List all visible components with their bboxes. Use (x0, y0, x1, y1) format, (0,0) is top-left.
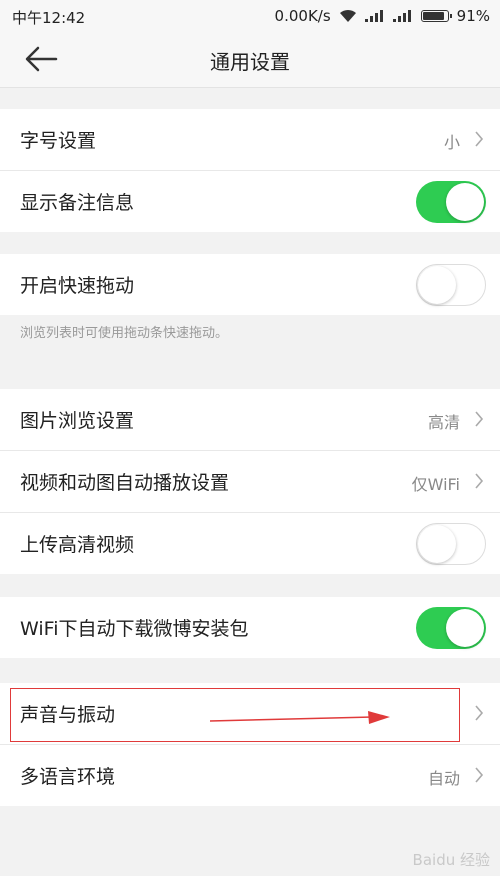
wifi-icon (339, 9, 357, 23)
chevron-right-icon (475, 767, 484, 783)
settings-group-drag: 开启快速拖动 (0, 254, 500, 315)
hd-upload-toggle[interactable] (416, 523, 486, 565)
quick-drag-label: 开启快速拖动 (20, 275, 135, 297)
hd-upload-label: 上传高清视频 (20, 534, 135, 556)
video-autoplay-row[interactable]: 视频和动图自动播放设置 仅WiFi (0, 451, 500, 513)
show-remark-toggle[interactable] (416, 181, 486, 223)
chevron-right-icon (475, 131, 484, 147)
language-row[interactable]: 多语言环境 自动 (0, 745, 500, 806)
settings-group-media: 图片浏览设置 高清 视频和动图自动播放设置 仅WiFi 上传高清视频 (0, 389, 500, 574)
chevron-right-icon (475, 473, 484, 489)
font-size-row[interactable]: 字号设置 小 (0, 109, 500, 171)
battery-percent: 91% (456, 7, 490, 25)
image-browse-row[interactable]: 图片浏览设置 高清 (0, 389, 500, 451)
language-value: 自动 (427, 769, 460, 788)
show-remark-row: 显示备注信息 (0, 171, 500, 232)
network-speed: 0.00K/s (274, 7, 331, 25)
annotation-arrow-icon (209, 711, 390, 724)
font-size-value: 小 (443, 133, 460, 152)
image-browse-label: 图片浏览设置 (20, 410, 135, 432)
status-bar: 中午12:42 0.00K/s 91% (0, 0, 500, 32)
font-size-label: 字号设置 (20, 130, 97, 152)
quick-drag-toggle[interactable] (416, 264, 486, 306)
wifi-download-toggle[interactable] (416, 607, 486, 649)
hd-upload-row: 上传高清视频 (0, 513, 500, 574)
chevron-right-icon (475, 705, 484, 721)
image-browse-value: 高清 (427, 413, 460, 432)
wifi-download-label: WiFi下自动下载微博安装包 (20, 618, 249, 640)
video-autoplay-value: 仅WiFi (411, 475, 460, 494)
title-bar: 通用设置 (0, 32, 500, 88)
chevron-right-icon (475, 411, 484, 427)
settings-group-display: 字号设置 小 显示备注信息 (0, 109, 500, 232)
status-time: 中午12:42 (12, 9, 86, 27)
battery-icon (420, 10, 452, 22)
quick-drag-hint: 浏览列表时可使用拖动条快速拖动。 (20, 326, 229, 341)
status-right: 0.00K/s 91% (275, 7, 490, 25)
settings-group-download: WiFi下自动下载微博安装包 (0, 597, 500, 658)
page-title: 通用设置 (210, 50, 290, 74)
watermark: Baidu 经验 (412, 851, 490, 869)
show-remark-label: 显示备注信息 (20, 192, 135, 214)
language-label: 多语言环境 (20, 766, 116, 788)
quick-drag-row: 开启快速拖动 (0, 254, 500, 315)
video-autoplay-label: 视频和动图自动播放设置 (20, 472, 230, 494)
signal-icon (364, 10, 385, 22)
wifi-download-row: WiFi下自动下载微博安装包 (0, 597, 500, 658)
signal-icon-2 (392, 10, 413, 22)
